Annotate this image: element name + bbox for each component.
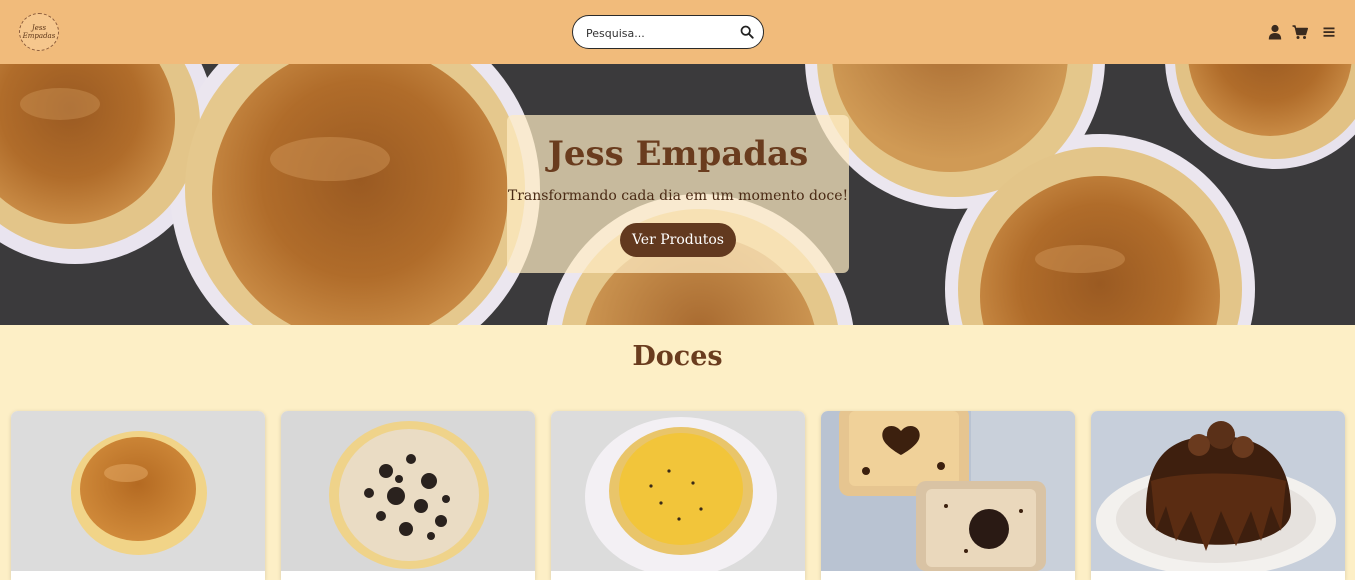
view-products-button[interactable]: Ver Produtos [620,223,736,257]
section-title: Doces [632,341,723,372]
product-image [281,411,535,571]
product-card[interactable] [1091,411,1345,580]
hero-card: Jess Empadas Transformando cada dia em u… [507,115,849,273]
user-icon[interactable] [1268,24,1282,40]
product-image [821,411,1075,571]
cart-icon[interactable] [1292,24,1308,40]
hero-title: Jess Empadas [547,134,809,174]
product-image [1091,411,1345,571]
search-input[interactable] [586,24,736,42]
search-icon[interactable] [740,25,754,39]
search-box [572,15,764,49]
logo-text-line1: Jess [31,24,47,32]
product-image [11,411,265,571]
product-card[interactable] [11,411,265,580]
hero-subtitle: Transformando cada dia em um momento doc… [507,188,849,204]
product-card[interactable] [821,411,1075,580]
top-navbar: Jess Empadas [0,0,1355,64]
product-card[interactable] [281,411,535,580]
logo-text-line2: Empadas [22,32,56,40]
product-image [551,411,805,571]
hero-banner: Jess Empadas Transformando cada dia em u… [0,64,1355,325]
product-card[interactable] [551,411,805,580]
brand-logo[interactable]: Jess Empadas [19,13,59,51]
menu-icon[interactable] [1323,24,1335,40]
